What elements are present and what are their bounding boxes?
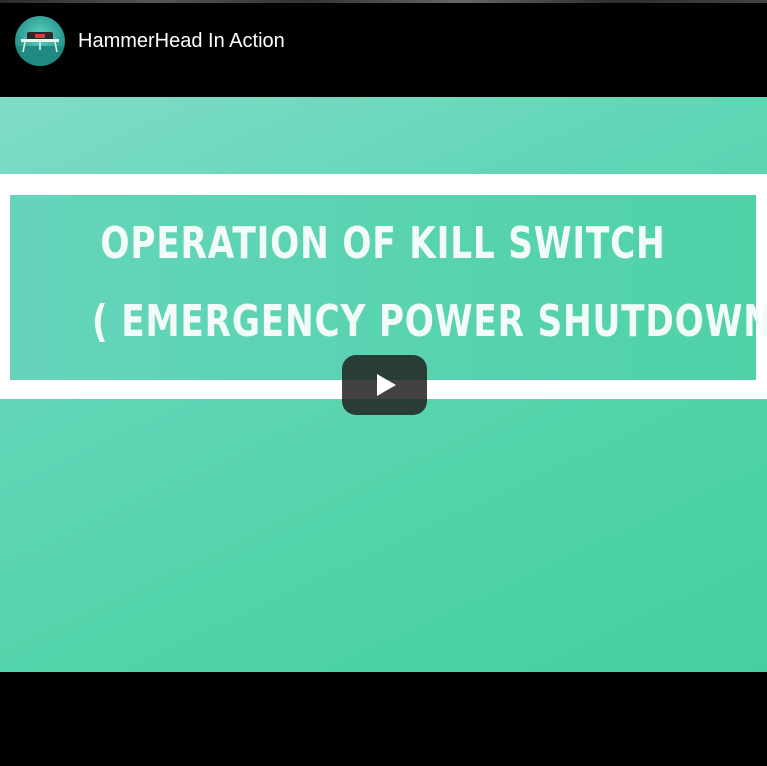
play-icon: [377, 374, 396, 396]
title-card-line-2: ( EMERGENCY POWER SHUTDOWN ): [92, 296, 767, 347]
video-title[interactable]: HammerHead In Action: [78, 28, 285, 54]
title-bar: HammerHead In Action: [0, 0, 767, 97]
play-button[interactable]: [342, 355, 427, 415]
video-player[interactable]: HammerHead In Action OPERATION OF KILL S…: [0, 0, 767, 766]
title-card-line-1: OPERATION OF KILL SWITCH: [100, 218, 666, 269]
channel-logo-icon: [15, 32, 65, 66]
channel-avatar[interactable]: [15, 16, 65, 66]
bottom-letterbox: [0, 672, 767, 766]
